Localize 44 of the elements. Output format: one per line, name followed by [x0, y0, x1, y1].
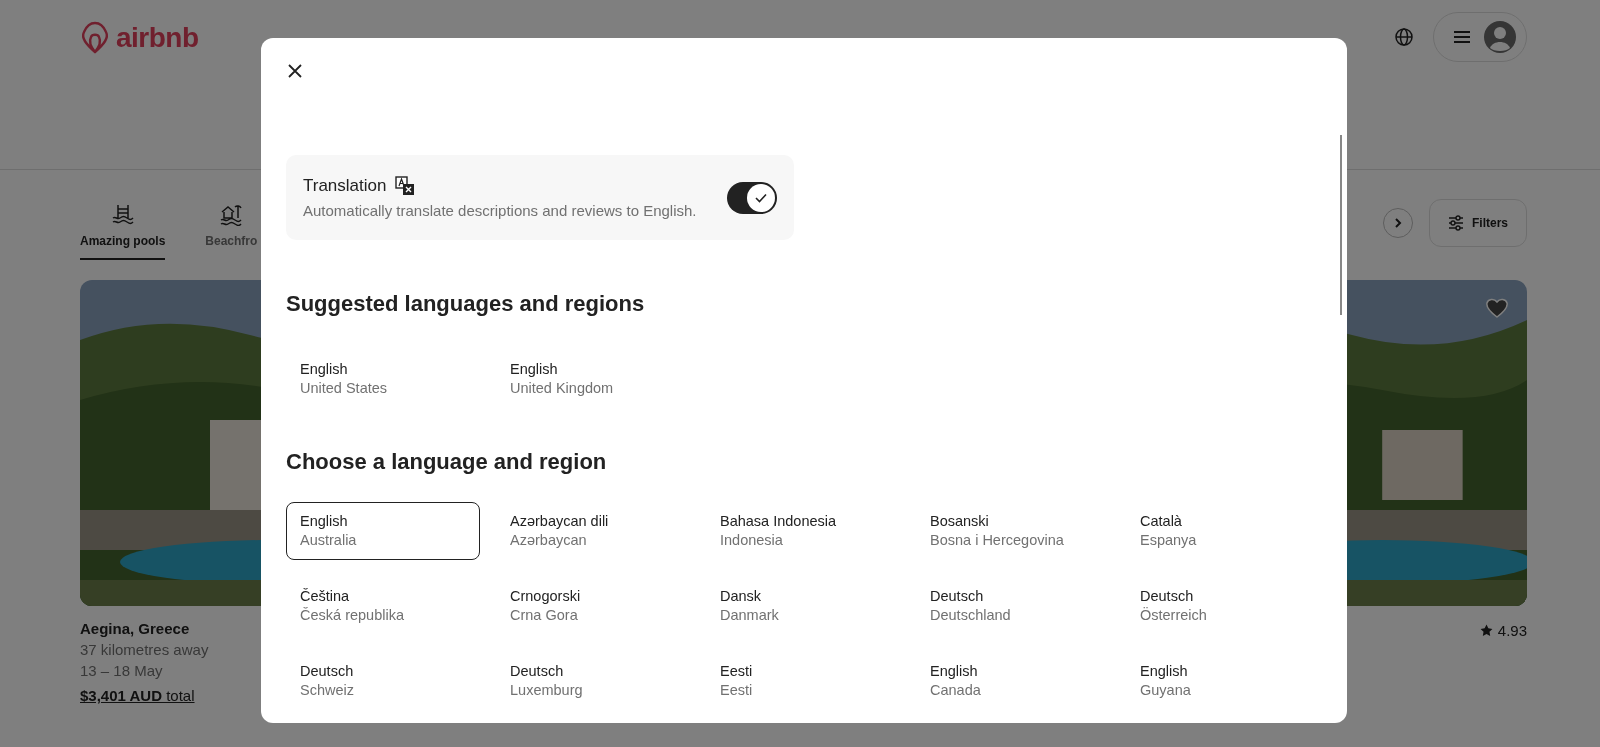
- listing-dates: 13 – 18 May: [80, 661, 163, 681]
- translation-description: Automatically translate descriptions and reviews to English.: [303, 202, 697, 219]
- language-option[interactable]: English United Kingdom: [496, 350, 690, 408]
- language-option[interactable]: Dansk Danmark: [706, 577, 900, 635]
- user-menu-button[interactable]: [1433, 12, 1527, 62]
- listing-title: Aegina, Greece: [80, 619, 190, 639]
- language-option[interactable]: Bosanski Bosna i Hercegovina: [916, 502, 1110, 560]
- language-option[interactable]: Čeština Česká republika: [286, 577, 480, 635]
- language-option[interactable]: Eesti Eesti: [706, 652, 900, 710]
- language-option[interactable]: English United States: [286, 350, 480, 408]
- close-icon[interactable]: [288, 64, 302, 78]
- check-icon: [755, 192, 767, 203]
- language-option[interactable]: English Canada: [916, 652, 1110, 710]
- translation-title: Translation: [303, 176, 387, 196]
- listing-distance: 37 kilometres away: [80, 640, 209, 660]
- language-option[interactable]: Bahasa Indonesia Indonesia: [706, 502, 900, 560]
- language-option[interactable]: English Australia: [286, 502, 480, 560]
- translate-icon: [395, 176, 416, 196]
- avatar-icon: [1484, 21, 1516, 53]
- filters-button[interactable]: Filters: [1429, 199, 1527, 247]
- language-option[interactable]: English Guyana: [1126, 652, 1320, 710]
- sliders-icon: [1448, 215, 1464, 231]
- section-heading: Choose a language and region: [286, 448, 608, 476]
- scrollbar[interactable]: [1340, 135, 1342, 315]
- category-tab[interactable]: Amazing pools: [80, 202, 166, 260]
- pool-icon: [110, 202, 135, 226]
- logo-icon[interactable]: [80, 21, 110, 55]
- language-option[interactable]: Azərbaycan dili Azərbaycan: [496, 502, 690, 560]
- star-icon: [1479, 624, 1493, 637]
- heart-icon[interactable]: [1485, 297, 1509, 319]
- language-option[interactable]: Deutsch Österreich: [1126, 577, 1320, 635]
- beach-hut-icon: [219, 202, 244, 226]
- globe-icon[interactable]: [1395, 28, 1413, 46]
- listing-price[interactable]: $3,401 AUD total: [80, 685, 195, 706]
- chevron-icon: [1393, 217, 1403, 229]
- language-option[interactable]: Deutsch Luxemburg: [496, 652, 690, 710]
- translation-toggle[interactable]: [727, 181, 777, 214]
- language-option[interactable]: Crnogorski Crna Gora: [496, 577, 690, 635]
- language-option[interactable]: Català Espanya: [1126, 502, 1320, 560]
- menu-icon: [1454, 30, 1470, 44]
- language-option[interactable]: Deutsch Schweiz: [286, 652, 480, 710]
- listing-rating: 4.93: [1479, 606, 1527, 639]
- language-option[interactable]: Deutsch Deutschland: [916, 577, 1110, 635]
- section-heading: Suggested languages and regions: [286, 290, 646, 318]
